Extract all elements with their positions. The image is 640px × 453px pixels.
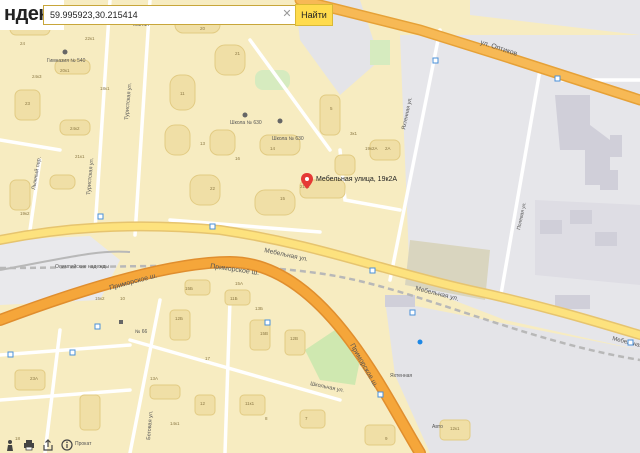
building-number: 20 bbox=[200, 26, 206, 31]
info-icon[interactable] bbox=[57, 436, 76, 453]
building-number: 10 bbox=[120, 296, 126, 301]
marker-label: Мебельная улица, 19к2А bbox=[316, 175, 397, 183]
building-number: 12 bbox=[200, 401, 206, 406]
building-number: 16 bbox=[235, 156, 241, 161]
building-number: 23 bbox=[25, 101, 31, 106]
building-number: 12к1 bbox=[450, 426, 460, 431]
poi-label: Яхтенная bbox=[390, 373, 412, 379]
building-number: 13А bbox=[150, 376, 158, 381]
person-icon[interactable] bbox=[0, 436, 19, 453]
share-icon[interactable] bbox=[38, 436, 57, 453]
building-number: 15В bbox=[260, 331, 268, 336]
search-bar: ✕ bbox=[43, 5, 333, 25]
building-number: 23А bbox=[30, 376, 38, 381]
building-number: 24к2 bbox=[70, 126, 80, 131]
poi-label: Прокат bbox=[75, 441, 92, 447]
building-number: 21к1 bbox=[75, 154, 85, 159]
building-number: 21 bbox=[235, 51, 241, 56]
building-number: 13 bbox=[200, 141, 206, 146]
map[interactable]: 2424к320к12324к221к119к218к122к119к12021… bbox=[0, 0, 640, 453]
building-number: 12Б bbox=[175, 316, 183, 321]
building-number: 2А bbox=[385, 146, 391, 151]
search-button[interactable]: Найти bbox=[295, 4, 333, 26]
building-number: 22 bbox=[210, 186, 216, 191]
building-number: 15Б bbox=[185, 286, 193, 291]
building-number: 19к2 bbox=[20, 211, 30, 216]
building-number: 3к1 bbox=[350, 131, 357, 136]
poi-label: Школа № 630 bbox=[230, 120, 262, 126]
poi-label: № 66 bbox=[135, 329, 148, 335]
building-number: 12В bbox=[290, 336, 298, 341]
shop-icon bbox=[119, 320, 123, 324]
building-number: 20к1 bbox=[60, 68, 70, 73]
building-number: 17 bbox=[205, 356, 211, 361]
building-number: 24 bbox=[20, 41, 26, 46]
poi-label: Школа № 630 bbox=[272, 136, 304, 142]
building-number: 11 bbox=[180, 91, 185, 96]
school-icon bbox=[242, 112, 248, 118]
building-number: 14к1 bbox=[170, 421, 180, 426]
print-icon[interactable] bbox=[19, 436, 38, 453]
poi-label: Авто bbox=[432, 424, 443, 430]
building-number: 19к2А bbox=[365, 146, 377, 151]
building-number: 14 bbox=[270, 146, 276, 151]
building-number: 11Б bbox=[230, 296, 238, 301]
building-number: 15к2 bbox=[95, 296, 105, 301]
school-icon bbox=[62, 49, 68, 55]
building-number: 22к1 bbox=[85, 36, 95, 41]
building-number: 11к1 bbox=[245, 401, 255, 406]
school-icon bbox=[277, 118, 283, 124]
building-number: 15 bbox=[280, 196, 286, 201]
building-number: 13Б bbox=[255, 306, 263, 311]
building-number: 15А bbox=[235, 281, 243, 286]
search-input[interactable] bbox=[44, 6, 296, 24]
building-number: 18к1 bbox=[100, 86, 110, 91]
poi-label: Олимпийские надежды bbox=[55, 263, 109, 270]
building-number: 24к3 bbox=[32, 74, 42, 79]
clear-icon[interactable]: ✕ bbox=[281, 8, 293, 20]
metro-icon bbox=[417, 339, 423, 345]
poi-label: Гимназия № 540 bbox=[47, 58, 86, 64]
bottom-toolbar bbox=[0, 436, 76, 453]
